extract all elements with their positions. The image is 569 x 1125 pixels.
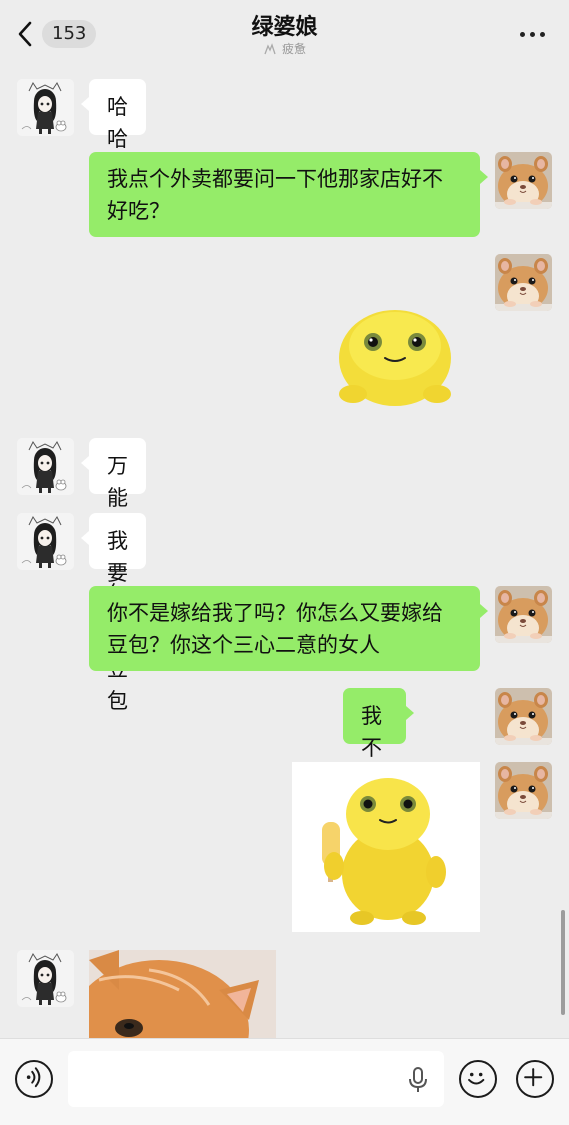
yellow-blob-with-popsicle-image[interactable] — [292, 762, 480, 932]
scrollbar[interactable] — [561, 910, 565, 1015]
chat-title[interactable]: 绿婆娘 — [0, 9, 569, 41]
contact-status: 疲惫 — [0, 40, 569, 57]
yellow-blob-sticker[interactable] — [333, 298, 457, 410]
contact-avatar[interactable] — [17, 513, 74, 570]
voice-icon[interactable] — [15, 1060, 53, 1098]
user-avatar[interactable] — [495, 586, 552, 643]
emoji-icon[interactable] — [459, 1060, 497, 1098]
user-avatar[interactable] — [495, 762, 552, 819]
message-bubble[interactable]: 你不是嫁给我了吗？你怎么又要嫁给豆包？你这个三心二意的女人 — [89, 586, 488, 671]
contact-avatar[interactable] — [17, 950, 74, 1007]
orange-kitten-photo-image[interactable] — [89, 950, 276, 1038]
more-dots-icon[interactable] — [517, 24, 547, 44]
plus-icon[interactable] — [516, 1060, 554, 1098]
user-avatar[interactable] — [495, 152, 552, 209]
status-text: 疲惫 — [281, 42, 306, 56]
chat-header: 153 绿婆娘 疲惫 — [0, 0, 569, 70]
message-input[interactable] — [68, 1051, 444, 1107]
contact-avatar[interactable] — [17, 438, 74, 495]
message-bubble[interactable]: 我要嫁给豆包 — [81, 513, 146, 713]
message-bubble[interactable]: 万能的豆包 — [81, 438, 146, 606]
message-bubble[interactable]: 哈哈哈 — [81, 79, 146, 183]
microphone-icon[interactable] — [407, 1066, 429, 1094]
tired-status-icon — [264, 42, 276, 54]
user-avatar[interactable] — [495, 254, 552, 311]
contact-avatar[interactable] — [17, 79, 74, 136]
message-bubble[interactable]: 我不玩 3p — [343, 688, 414, 824]
input-bar — [0, 1038, 569, 1125]
user-avatar[interactable] — [495, 688, 552, 745]
message-bubble[interactable]: 我点个外卖都要问一下他那家店好不好吃？ — [89, 152, 488, 237]
